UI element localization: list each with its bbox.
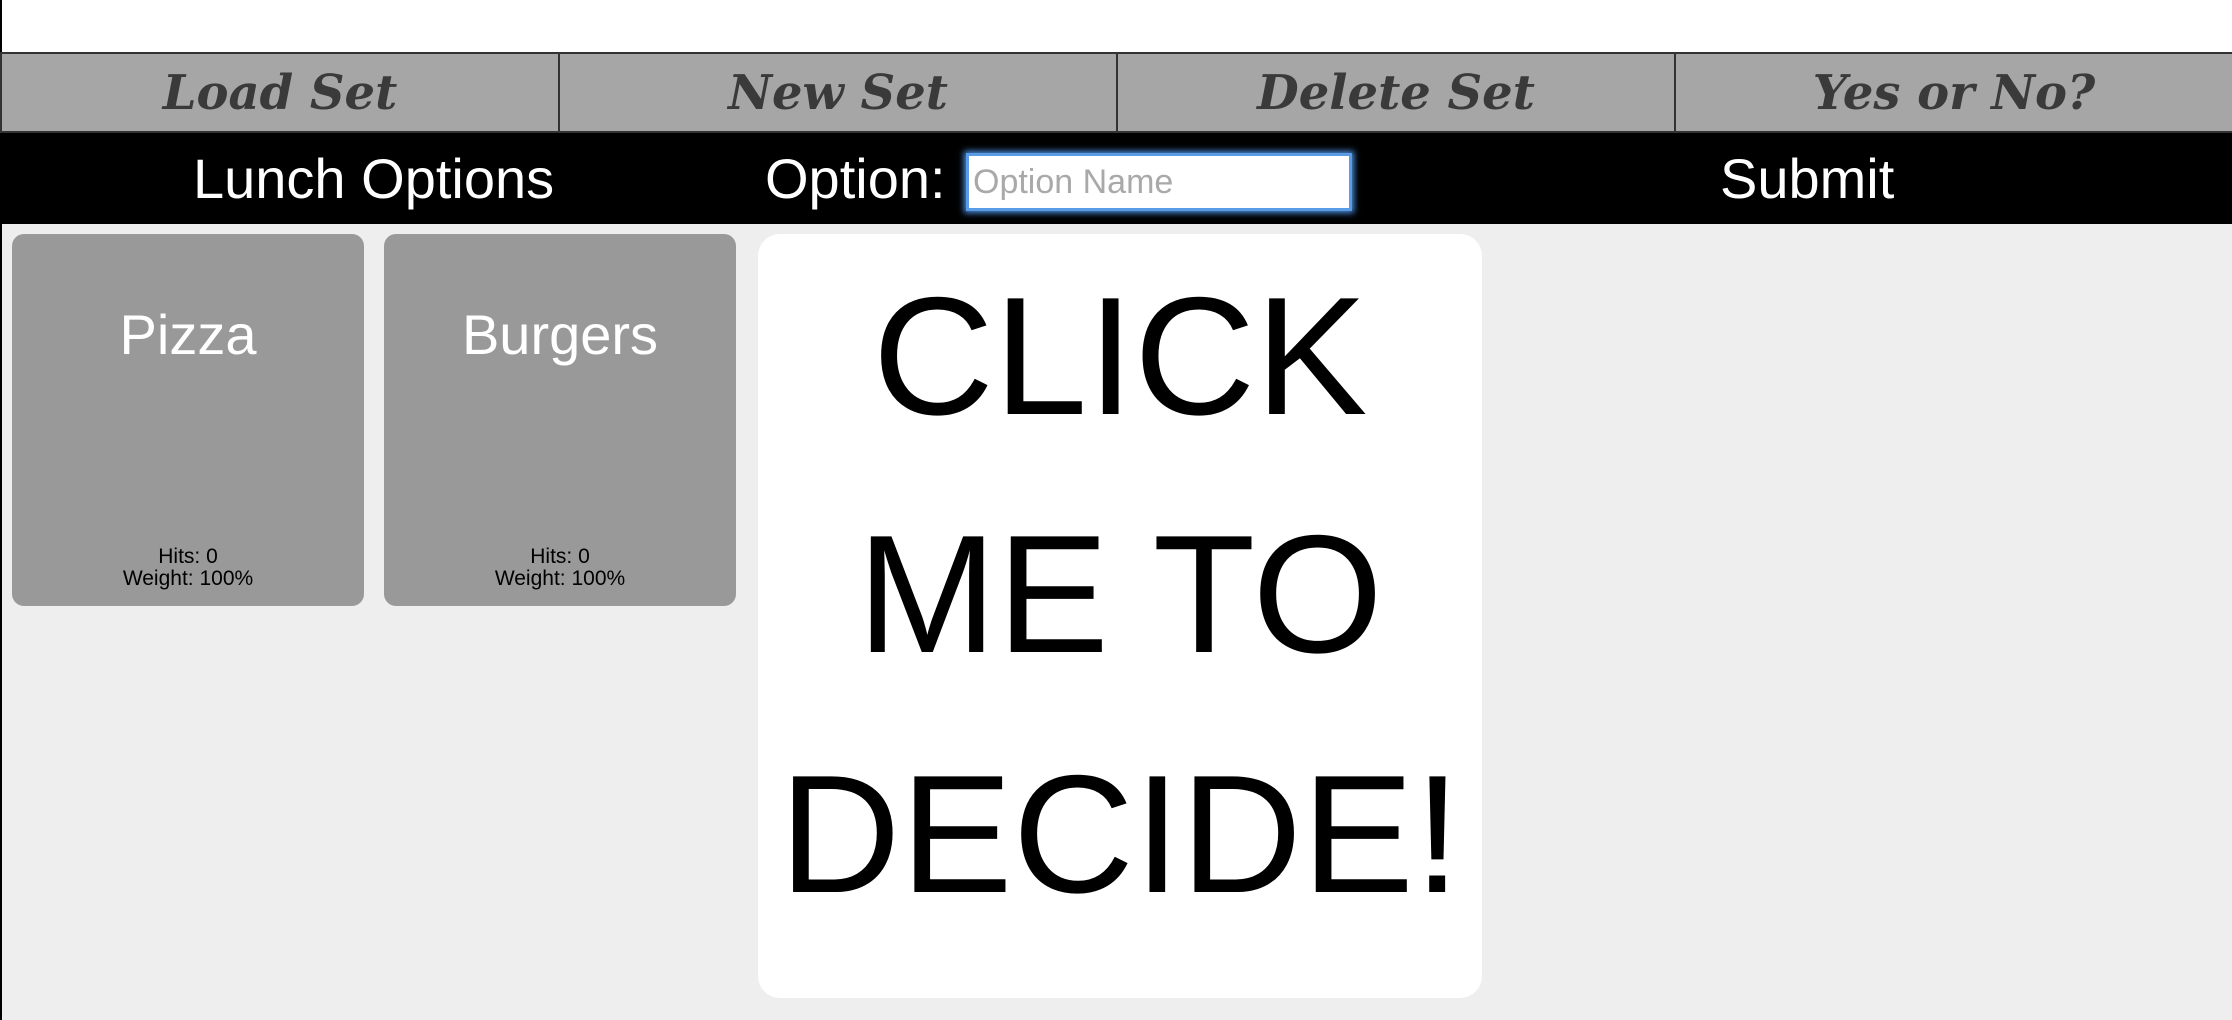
option-card-title: Pizza: [119, 303, 257, 366]
new-set-button[interactable]: New Set: [558, 54, 1116, 131]
submit-button[interactable]: Submit: [1720, 133, 1894, 224]
option-card-burgers[interactable]: Burgers Hits: 0 Weight: 100%: [384, 234, 736, 606]
option-weight: Weight: 100%: [122, 567, 254, 590]
decide-button[interactable]: CLICK ME TO DECIDE!: [758, 234, 1482, 998]
option-label: Option:: [765, 147, 946, 210]
option-card-stats: Hits: 0 Weight: 100%: [12, 546, 364, 590]
options-area: Pizza Hits: 0 Weight: 100% Burgers Hits:…: [0, 224, 2232, 1020]
load-set-button[interactable]: Load Set: [0, 54, 558, 131]
option-weight: Weight: 100%: [494, 567, 626, 590]
option-card-title: Burgers: [461, 303, 659, 366]
option-hits: Hits: 0: [530, 545, 590, 568]
delete-set-button[interactable]: Delete Set: [1116, 54, 1674, 131]
decide-line-2: ME TO: [857, 500, 1383, 688]
option-hits: Hits: 0: [158, 545, 218, 568]
decide-line-1: CLICK: [872, 262, 1368, 450]
menu-bar: Load Set New Set Delete Set Yes or No?: [0, 52, 2232, 133]
option-name-input[interactable]: [966, 153, 1352, 211]
option-card-stats: Hits: 0 Weight: 100%: [384, 546, 736, 590]
set-name-label: Lunch Options: [193, 147, 555, 210]
decide-line-3: DECIDE!: [779, 740, 1461, 928]
yes-or-no-button[interactable]: Yes or No?: [1674, 54, 2232, 131]
top-blank-strip: [0, 0, 2232, 52]
option-card-pizza[interactable]: Pizza Hits: 0 Weight: 100%: [12, 234, 364, 606]
